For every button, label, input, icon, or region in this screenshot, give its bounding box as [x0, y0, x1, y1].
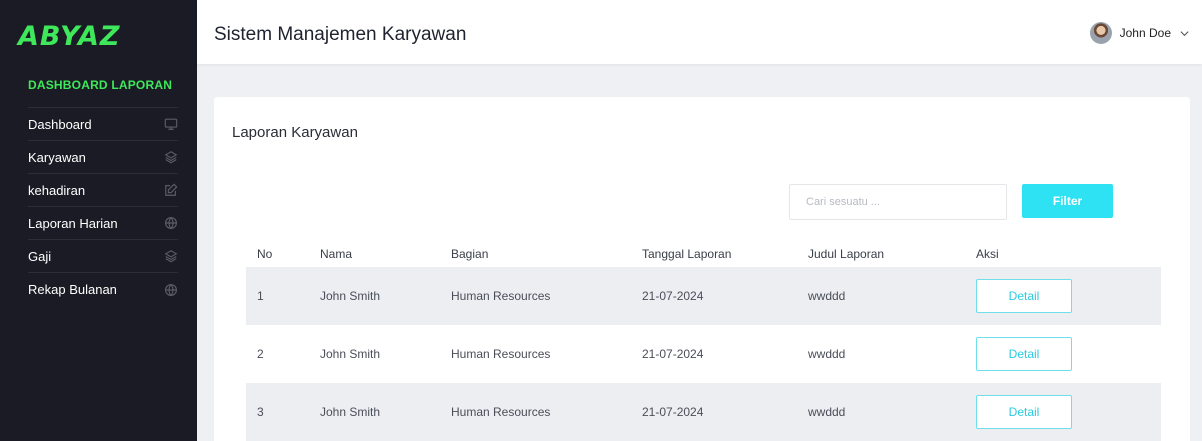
- column-header-tanggal: Tanggal Laporan: [642, 247, 732, 261]
- cell-bagian: Human Resources: [451, 383, 642, 441]
- cell-tanggal: 21-07-2024: [642, 267, 808, 325]
- cell-bagian: Human Resources: [451, 267, 642, 325]
- sidebar-item-label: Laporan Harian: [28, 215, 118, 231]
- cell-bagian: Human Resources: [451, 347, 551, 361]
- table-row: 1 John Smith Human Resources 21-07-2024 …: [246, 267, 1161, 325]
- sidebar-menu: Dashboard Karyawan kehadiran Laporan Har…: [28, 108, 178, 306]
- search-input[interactable]: [789, 184, 1007, 220]
- layers-icon: [164, 249, 178, 263]
- top-header: Sistem Manajemen Karyawan John Doe: [197, 0, 1202, 64]
- sidebar-item-label: Rekap Bulanan: [28, 282, 117, 297]
- edit-icon: [164, 183, 178, 197]
- sidebar-item-kehadiran[interactable]: kehadiran: [28, 174, 178, 207]
- detail-button[interactable]: Detail: [976, 337, 1072, 371]
- sidebar-item-dashboard[interactable]: Dashboard: [28, 108, 178, 141]
- user-menu[interactable]: John Doe: [1089, 22, 1190, 44]
- cell-tanggal: 21-07-2024: [642, 383, 808, 441]
- cell-judul: wwddd: [808, 383, 976, 441]
- brand-logo[interactable]: ABYAZ: [18, 18, 120, 54]
- column-header-bagian: Bagian: [451, 247, 489, 261]
- column-header-no: No: [257, 247, 273, 261]
- detail-button[interactable]: Detail: [976, 395, 1072, 429]
- page-title: Sistem Manajemen Karyawan: [214, 24, 467, 45]
- table-header-row: No Nama Bagian Tanggal Laporan Judul Lap…: [246, 247, 1161, 267]
- filter-button[interactable]: Filter: [1022, 184, 1113, 218]
- cell-nama: John Smith: [320, 347, 381, 361]
- cell-tanggal: 21-07-2024: [642, 347, 704, 361]
- globe-icon: [164, 216, 178, 230]
- cell-nama: John Smith: [320, 267, 451, 325]
- chevron-down-icon: [1179, 28, 1190, 39]
- sidebar-item-rekap-bulanan[interactable]: Rekap Bulanan: [28, 273, 178, 306]
- sidebar-heading: DASHBOARD LAPORAN: [28, 78, 173, 92]
- report-table: No Nama Bagian Tanggal Laporan Judul Lap…: [246, 247, 1161, 441]
- user-name: John Doe: [1119, 26, 1171, 40]
- cell-no: 1: [246, 267, 320, 325]
- column-header-aksi: Aksi: [976, 247, 999, 261]
- detail-button[interactable]: Detail: [976, 279, 1072, 313]
- report-title: Laporan Karyawan: [232, 124, 358, 141]
- cell-no: 2: [257, 347, 264, 361]
- table-row: 3 John Smith Human Resources 21-07-2024 …: [246, 383, 1161, 441]
- cell-judul: wwddd: [808, 267, 976, 325]
- sidebar-item-gaji[interactable]: Gaji: [28, 240, 178, 273]
- cell-aksi: Detail: [976, 383, 1161, 441]
- cell-no: 3: [246, 383, 320, 441]
- sidebar-item-laporan-harian[interactable]: Laporan Harian: [28, 207, 178, 240]
- cell-aksi: Detail: [976, 325, 1161, 383]
- brand-logo-text: ABYAZ: [18, 20, 121, 52]
- sidebar-item-label: Karyawan: [28, 149, 86, 165]
- sidebar-item-label: kehadiran: [28, 182, 86, 198]
- table-row: 2 John Smith Human Resources 21-07-2024 …: [246, 325, 1161, 383]
- sidebar: ABYAZ DASHBOARD LAPORAN Dashboard Karyaw…: [0, 0, 197, 441]
- column-header-nama: Nama: [320, 247, 353, 261]
- cell-nama: John Smith: [320, 383, 451, 441]
- column-header-judul: Judul Laporan: [808, 247, 885, 261]
- layers-icon: [164, 150, 178, 164]
- cell-aksi: Detail: [976, 267, 1161, 325]
- avatar: [1089, 22, 1112, 44]
- sidebar-item-label: Dashboard: [28, 116, 92, 132]
- globe-icon: [164, 283, 178, 297]
- cell-judul: wwddd: [808, 347, 846, 361]
- monitor-icon: [164, 117, 178, 131]
- sidebar-item-karyawan[interactable]: Karyawan: [28, 141, 178, 174]
- sidebar-item-label: Gaji: [28, 248, 52, 264]
- report-card: Laporan Karyawan Filter No Nama Bagian T…: [214, 97, 1190, 441]
